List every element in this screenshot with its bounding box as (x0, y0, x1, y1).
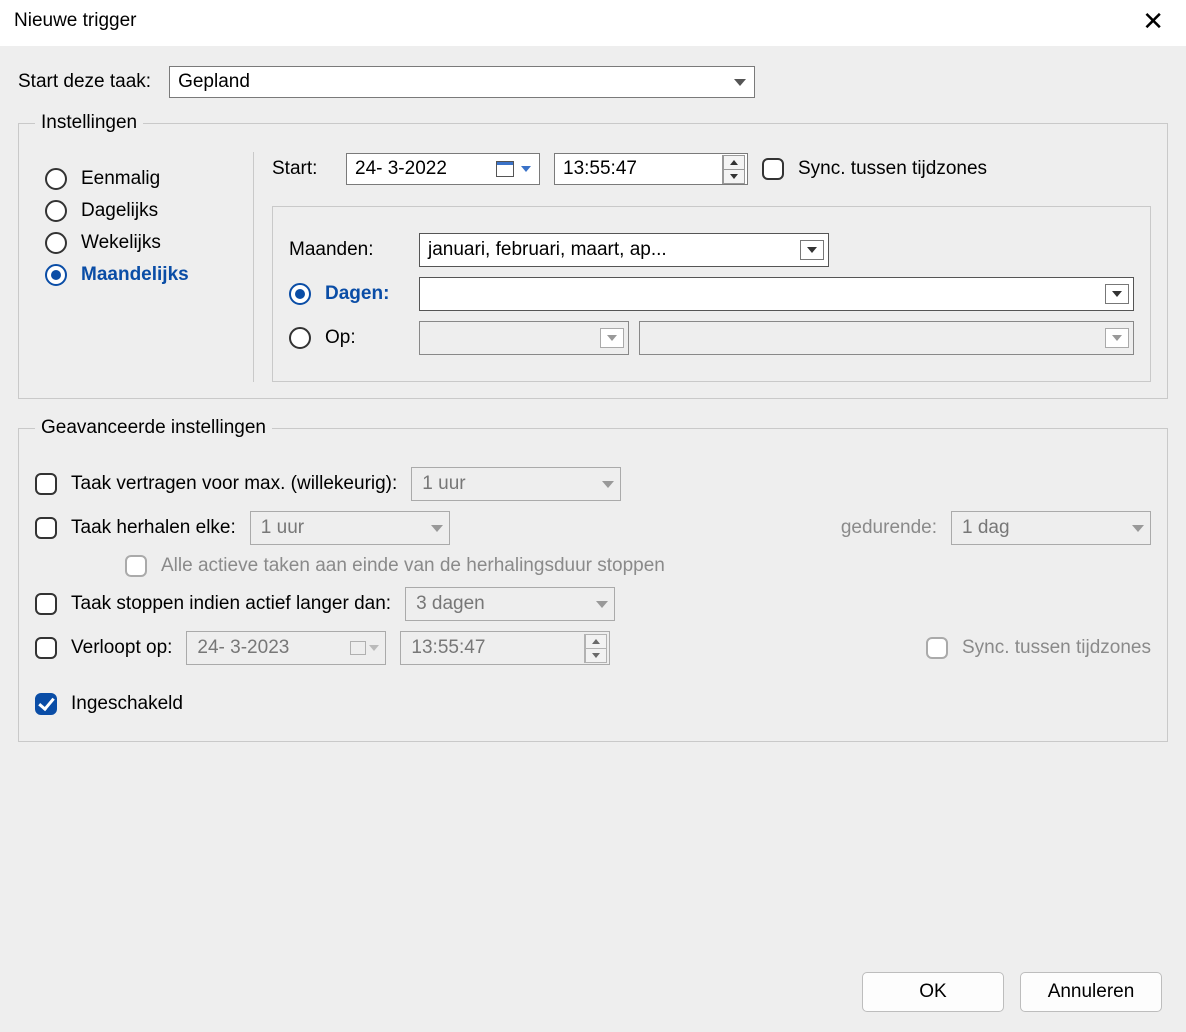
delay-label: Taak vertragen voor max. (willekeurig): (71, 473, 397, 495)
settings-group: Instellingen Eenmalig Dagelijks Wekelijk… (18, 112, 1168, 399)
stop-all-label: Alle actieve taken aan einde van de herh… (161, 555, 665, 577)
time-spinner[interactable] (722, 155, 745, 184)
start-time-value: 13:55:47 (563, 158, 637, 180)
for-select: 1 dag (951, 511, 1151, 545)
expire-time-value: 13:55:47 (411, 637, 485, 659)
expire-label: Verloopt op: (71, 637, 172, 659)
chevron-down-icon (369, 645, 379, 651)
start-task-value: Gepland (178, 71, 726, 93)
days-select[interactable] (419, 277, 1134, 311)
cancel-button-label: Annuleren (1048, 981, 1135, 1003)
expire-time-input: 13:55:47 (400, 631, 610, 665)
expire-sync-label: Sync. tussen tijdzones (962, 637, 1151, 659)
stop-if-select: 3 dagen (405, 587, 615, 621)
dropdown-icon (600, 328, 624, 348)
enabled-checkbox[interactable]: Ingeschakeld (35, 693, 183, 715)
chevron-down-icon (521, 166, 531, 172)
dropdown-icon (1105, 284, 1129, 304)
start-task-select[interactable]: Gepland (169, 66, 755, 98)
ok-button[interactable]: OK (862, 972, 1004, 1012)
on-ordinal-select (419, 321, 629, 355)
close-icon[interactable]: ✕ (1132, 6, 1174, 36)
divider (253, 152, 254, 382)
spinner-up-icon[interactable] (723, 155, 745, 169)
ok-button-label: OK (919, 981, 946, 1003)
enabled-label: Ingeschakeld (71, 693, 183, 715)
months-select[interactable]: januari, februari, maart, ap... (419, 233, 829, 267)
start-time-input[interactable]: 13:55:47 (554, 153, 748, 185)
monthly-panel: Maanden: januari, februari, maart, ap...… (272, 206, 1151, 382)
advanced-group: Geavanceerde instellingen Taak vertragen… (18, 417, 1168, 742)
start-task-label: Start deze taak: (18, 71, 151, 93)
stop-if-checkbox[interactable]: Taak stoppen indien actief langer dan: (35, 593, 391, 615)
chevron-down-icon (602, 481, 614, 488)
on-weekday-select (639, 321, 1134, 355)
dropdown-icon (800, 240, 824, 260)
chevron-down-icon (1132, 525, 1144, 532)
stop-if-value: 3 dagen (416, 593, 485, 615)
calendar-icon (350, 641, 366, 655)
radio-weekly-label: Wekelijks (81, 232, 161, 254)
cancel-button[interactable]: Annuleren (1020, 972, 1162, 1012)
radio-days[interactable]: Dagen: (289, 283, 419, 305)
start-label: Start: (272, 158, 332, 180)
radio-once[interactable]: Eenmalig (45, 168, 235, 190)
dropdown-icon (1105, 328, 1129, 348)
expire-checkbox[interactable]: Verloopt op: (35, 637, 172, 659)
spinner-up-icon (585, 634, 607, 648)
months-label: Maanden: (289, 239, 419, 261)
months-value: januari, februari, maart, ap... (428, 239, 667, 261)
start-date-value: 24- 3-2022 (355, 158, 447, 180)
spinner-down-icon (585, 648, 607, 663)
radio-daily[interactable]: Dagelijks (45, 200, 235, 222)
radio-monthly[interactable]: Maandelijks (45, 264, 235, 286)
advanced-legend: Geavanceerde instellingen (35, 417, 272, 439)
stop-all-checkbox: Alle actieve taken aan einde van de herh… (125, 555, 665, 577)
time-spinner (584, 634, 607, 663)
stop-if-label: Taak stoppen indien actief langer dan: (71, 593, 391, 615)
delay-checkbox[interactable]: Taak vertragen voor max. (willekeurig): (35, 473, 397, 495)
for-label: gedurende: (841, 517, 937, 539)
repeat-select: 1 uur (250, 511, 450, 545)
start-date-input[interactable]: 24- 3-2022 (346, 153, 540, 185)
calendar-icon (496, 161, 514, 177)
chevron-down-icon (596, 601, 608, 608)
radio-monthly-label: Maandelijks (81, 264, 189, 286)
radio-days-label: Dagen: (325, 283, 389, 305)
radio-on[interactable]: Op: (289, 327, 419, 349)
expire-date-input: 24- 3-2023 (186, 631, 386, 665)
expire-sync-checkbox: Sync. tussen tijdzones (926, 637, 1151, 659)
radio-weekly[interactable]: Wekelijks (45, 232, 235, 254)
settings-legend: Instellingen (35, 112, 143, 134)
chevron-down-icon (734, 79, 746, 86)
radio-once-label: Eenmalig (81, 168, 160, 190)
for-value: 1 dag (962, 517, 1010, 539)
sync-timezones-checkbox[interactable]: Sync. tussen tijdzones (762, 158, 987, 180)
delay-value: 1 uur (422, 473, 465, 495)
radio-on-label: Op: (325, 327, 356, 349)
chevron-down-icon (431, 525, 443, 532)
window-title: Nieuwe trigger (14, 10, 137, 32)
delay-select: 1 uur (411, 467, 621, 501)
repeat-checkbox[interactable]: Taak herhalen elke: (35, 517, 236, 539)
repeat-value: 1 uur (261, 517, 304, 539)
expire-date-value: 24- 3-2023 (197, 637, 289, 659)
spinner-down-icon[interactable] (723, 169, 745, 184)
radio-daily-label: Dagelijks (81, 200, 158, 222)
sync-timezones-label: Sync. tussen tijdzones (798, 158, 987, 180)
repeat-label: Taak herhalen elke: (71, 517, 236, 539)
